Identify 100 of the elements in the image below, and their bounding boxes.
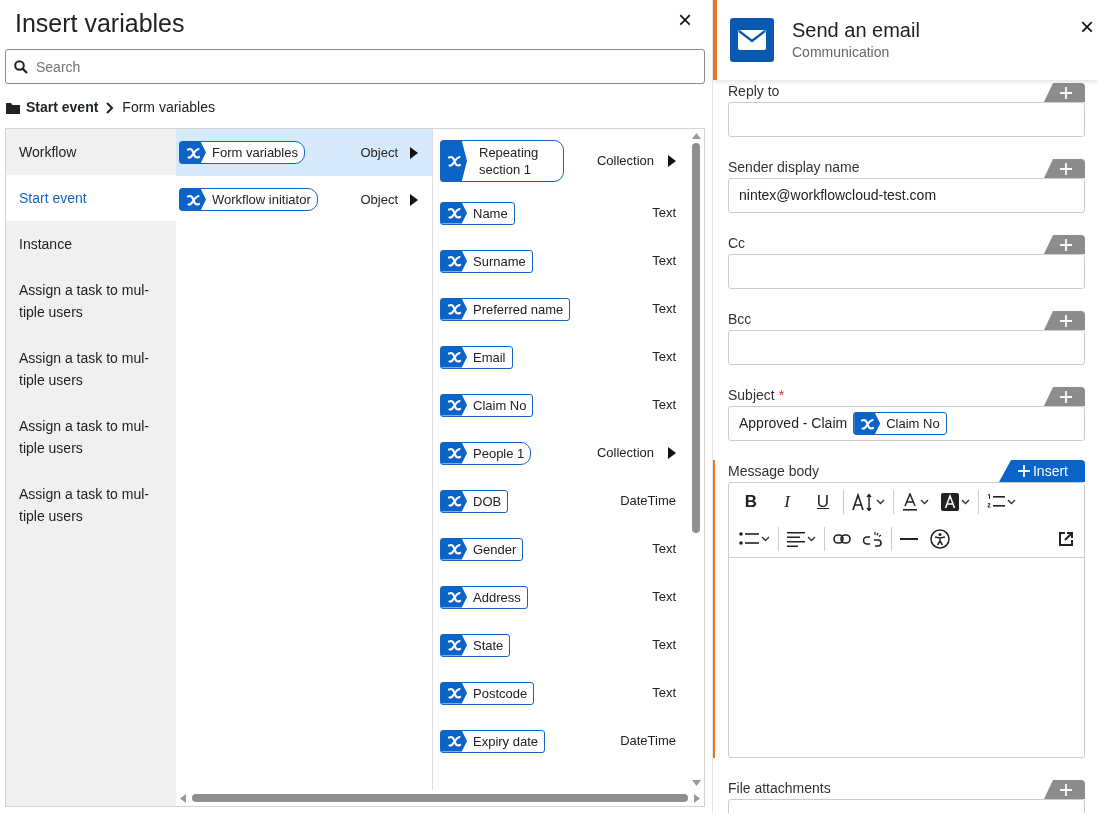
add-variable-button[interactable] (1044, 387, 1085, 406)
add-variable-button[interactable] (1044, 235, 1085, 254)
category-item[interactable]: Assign a task to mul-tiple users (6, 335, 176, 403)
variable-tag[interactable]: Address (440, 585, 528, 609)
chevron-down-icon (761, 535, 770, 542)
category-item[interactable]: Workflow (6, 129, 176, 175)
variable-icon (185, 145, 201, 160)
variable-row[interactable]: Workflow initiator Object (176, 176, 432, 223)
type-label: DateTime (620, 492, 676, 511)
caret-icon (668, 155, 676, 167)
variable-icon (859, 416, 875, 431)
accessibility-icon (930, 528, 950, 549)
text-field[interactable]: Approved - Claim Claim No (728, 406, 1085, 441)
text-color-icon (902, 492, 918, 511)
type-label: Text (652, 396, 676, 415)
field-label: Message body (728, 462, 820, 481)
breadcrumb-current: Form variables (122, 98, 215, 117)
panel-title: Insert variables (15, 8, 185, 39)
plus-icon (1059, 314, 1072, 327)
category-item[interactable]: Assign a task to mul-tiple users (6, 267, 176, 335)
variable-icon (446, 734, 462, 748)
plus-icon (1059, 390, 1072, 403)
chevron-down-icon (961, 498, 970, 505)
add-variable-button[interactable] (1044, 311, 1085, 330)
type-label: DateTime (620, 732, 676, 751)
type-label: Text (652, 588, 676, 607)
unlink-icon (863, 530, 883, 547)
variable-icon (446, 302, 462, 316)
category-item[interactable]: Assign a task to mul-tiple users (6, 403, 176, 471)
variable-icon (446, 206, 462, 220)
variable-tag[interactable]: Claim No (440, 393, 534, 417)
close-button[interactable]: × (674, 8, 696, 32)
required-mark: * (778, 386, 785, 405)
scroll-right-icon (694, 793, 700, 803)
chevron-down-icon (920, 498, 929, 505)
caret-icon (668, 447, 676, 459)
variable-tag[interactable]: Email (440, 345, 513, 369)
type-label: Text (652, 540, 676, 559)
font-size-icon (852, 492, 874, 511)
field-label: File attachments (728, 779, 831, 798)
text-field[interactable] (728, 102, 1085, 137)
variable-tag[interactable]: Expiry date (440, 729, 546, 753)
add-variable-button[interactable] (1044, 780, 1085, 799)
bold-button[interactable]: B (735, 489, 767, 514)
type-label: Text (652, 684, 676, 703)
plus-icon (1059, 162, 1072, 175)
variable-tag[interactable]: Workflow initiator (179, 188, 318, 211)
field-label: Bcc (728, 310, 752, 329)
variable-tag[interactable]: Form variables (179, 141, 305, 164)
field-label: Cc (728, 234, 746, 253)
variable-tag[interactable]: DOB (440, 489, 509, 513)
variable-icon (446, 154, 462, 168)
caret-icon (410, 193, 418, 206)
variable-tag[interactable]: State (440, 633, 511, 657)
category-item[interactable]: Assign a task to mul-tiple users (6, 471, 176, 539)
variable-tag[interactable]: Gender (440, 537, 524, 561)
text-field[interactable] (728, 254, 1085, 289)
scroll-up-icon (691, 133, 701, 139)
add-variable-button[interactable] (1044, 83, 1085, 102)
align-icon (787, 530, 805, 547)
variable-tag[interactable]: Postcode (440, 681, 535, 705)
folder-icon (6, 101, 20, 114)
add-variable-button[interactable] (1044, 159, 1085, 178)
plus-icon (1018, 465, 1030, 477)
text-field[interactable]: nintex@workflowcloud-test.com (728, 178, 1085, 213)
plus-icon (1059, 86, 1072, 99)
scroll-left-icon (180, 793, 186, 803)
plus-icon (1059, 783, 1072, 796)
type-label: Text (652, 636, 676, 655)
category-item[interactable]: Start event (6, 175, 176, 221)
variable-icon (185, 192, 201, 207)
variable-row[interactable]: Form variables Object (176, 129, 432, 176)
variable-tag[interactable]: Claim No (853, 412, 947, 435)
panel-subtitle: Communication (792, 42, 891, 62)
variable-tag[interactable]: People 1 (440, 441, 532, 465)
variable-icon (446, 350, 462, 364)
breadcrumb-link[interactable]: Start event (26, 97, 99, 118)
text-field[interactable] (728, 330, 1085, 365)
type-label: Text (652, 300, 676, 319)
numbered-list-icon (987, 493, 1005, 510)
variable-tag[interactable]: Surname (440, 249, 533, 273)
field-label: Sender display name (728, 158, 860, 177)
chevron-down-icon (807, 535, 816, 542)
panel-title: Send an email (792, 17, 920, 42)
insert-button[interactable]: Insert (999, 460, 1085, 482)
italic-button[interactable]: I (771, 489, 803, 514)
variable-tag[interactable]: Repeating section 1 (440, 140, 564, 182)
variable-icon (446, 254, 462, 268)
close-button[interactable]: × (1076, 15, 1098, 39)
variable-tag[interactable]: Preferred name (440, 297, 571, 321)
variable-icon (446, 590, 462, 604)
underline-button[interactable]: U (807, 489, 839, 514)
category-item[interactable]: Instance (6, 221, 176, 267)
variable-tag[interactable]: Name (440, 201, 515, 225)
highlight-icon (941, 492, 959, 511)
variable-icon (446, 446, 462, 460)
field-label: Reply to (728, 82, 780, 101)
type-label: Text (652, 348, 676, 367)
type-label: Text (652, 204, 676, 223)
variable-icon (446, 542, 462, 556)
